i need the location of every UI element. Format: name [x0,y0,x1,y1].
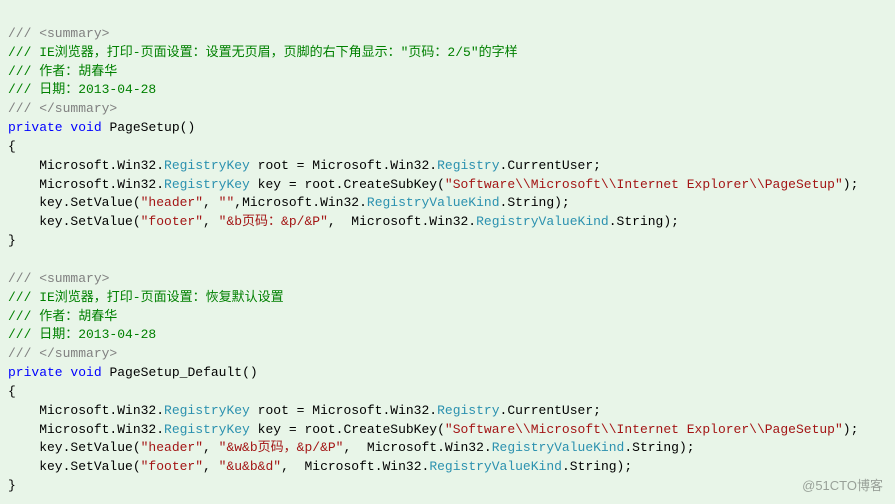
code-text: ); [843,422,859,437]
code-text: root = Microsoft.Win32. [250,158,437,173]
sep: , [203,459,219,474]
summary-text: /// IE浏览器，打印-页面设置：设置无页眉，页脚的右下角显示："页码：2/5… [8,45,518,60]
code-text: .String); [562,459,632,474]
code-text: Microsoft.Win32. [8,177,164,192]
sep: , [203,195,219,210]
type-registry: Registry [437,403,499,418]
kw-private: private [8,365,63,380]
code-text: .CurrentUser; [500,403,601,418]
string-literal: "&w&b页码，&p/&P" [219,440,344,455]
type-registrykey: RegistryKey [164,403,250,418]
xml-summary-open: /// <summary> [8,26,109,41]
brace-open: { [8,139,16,154]
type-registrykey: RegistryKey [164,422,250,437]
code-text: , Microsoft.Win32. [343,440,491,455]
sep: , [203,440,219,455]
type-rvk: RegistryValueKind [476,214,609,229]
brace-close: } [8,478,16,493]
code-text: key.SetValue( [8,214,141,229]
string-literal: "header" [141,195,203,210]
code-text: key.SetValue( [8,459,141,474]
code-text: , Microsoft.Win32. [328,214,476,229]
type-rvk: RegistryValueKind [429,459,562,474]
xml-summary-open: /// <summary> [8,271,109,286]
string-literal: "&b页码：&p/&P" [219,214,328,229]
string-literal: "Software\\Microsoft\\Internet Explorer\… [445,422,843,437]
code-block: /// <summary> /// IE浏览器，打印-页面设置：设置无页眉，页脚… [0,0,895,502]
xml-summary-close: /// </summary> [8,101,117,116]
paren: () [242,365,258,380]
sep: , [203,214,219,229]
code-text: .String); [500,195,570,210]
code-text: .String); [624,440,694,455]
code-text: key.SetValue( [8,195,141,210]
paren: () [180,120,196,135]
method-name: PageSetup [109,120,179,135]
string-literal: "Software\\Microsoft\\Internet Explorer\… [445,177,843,192]
brace-open: { [8,384,16,399]
author-text: /// 作者：胡春华 [8,64,117,79]
string-literal: "footer" [141,214,203,229]
kw-void: void [70,365,101,380]
code-text: .String); [609,214,679,229]
code-text: ); [843,177,859,192]
string-literal: "&u&b&d" [219,459,281,474]
type-registrykey: RegistryKey [164,158,250,173]
brace-close: } [8,233,16,248]
code-text: , Microsoft.Win32. [281,459,429,474]
code-text: .CurrentUser; [500,158,601,173]
code-text: key = root.CreateSubKey( [250,177,445,192]
type-rvk: RegistryValueKind [367,195,500,210]
xml-summary-close: /// </summary> [8,346,117,361]
code-text: Microsoft.Win32. [8,403,164,418]
summary-text: /// IE浏览器，打印-页面设置：恢复默认设置 [8,290,284,305]
code-text: key = root.CreateSubKey( [250,422,445,437]
method-name: PageSetup_Default [109,365,242,380]
string-literal: "" [219,195,235,210]
type-registry: Registry [437,158,499,173]
code-text: Microsoft.Win32. [8,158,164,173]
author-text: /// 作者：胡春华 [8,309,117,324]
string-literal: "footer" [141,459,203,474]
string-literal: "header" [141,440,203,455]
kw-private: private [8,120,63,135]
type-rvk: RegistryValueKind [492,440,625,455]
kw-void: void [70,120,101,135]
type-registrykey: RegistryKey [164,177,250,192]
code-text: key.SetValue( [8,440,141,455]
date-text: /// 日期：2013-04-28 [8,327,156,342]
code-text: root = Microsoft.Win32. [250,403,437,418]
code-text: Microsoft.Win32. [8,422,164,437]
date-text: /// 日期：2013-04-28 [8,82,156,97]
code-text: ,Microsoft.Win32. [234,195,367,210]
